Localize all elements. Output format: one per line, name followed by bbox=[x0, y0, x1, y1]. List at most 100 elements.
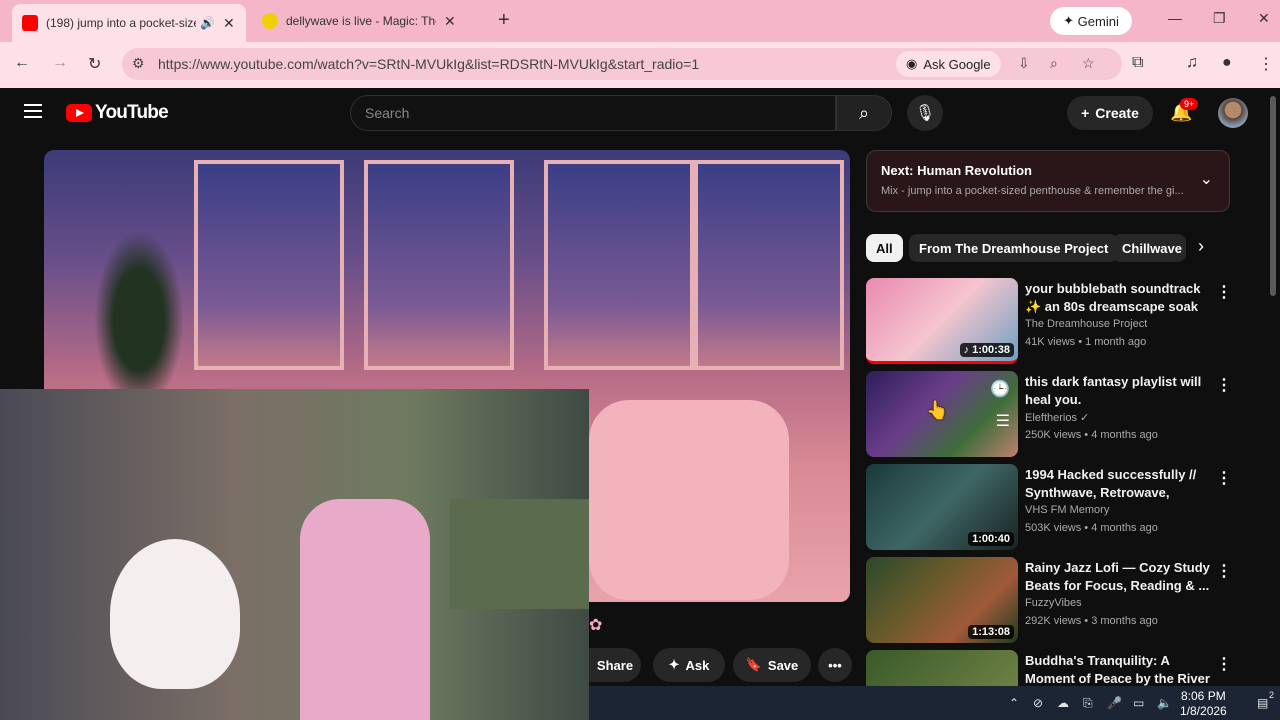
bookmark-star-icon[interactable]: ☆ bbox=[1082, 55, 1095, 72]
page-scrollbar[interactable] bbox=[1270, 96, 1276, 296]
share-button[interactable]: Share bbox=[589, 648, 641, 682]
video-meta: 250K views • 4 months ago bbox=[1025, 429, 1158, 441]
video-window-pane bbox=[364, 160, 514, 370]
video-window-pane bbox=[694, 160, 844, 370]
profile-icon[interactable]: ● bbox=[1222, 54, 1232, 72]
more-vertical-icon[interactable]: ⋮ bbox=[1216, 375, 1232, 395]
more-vertical-icon[interactable]: ⋮ bbox=[1216, 561, 1232, 581]
recommendation-item[interactable]: 1:00:40 1994 Hacked successfully // Synt… bbox=[866, 464, 1236, 550]
avatar[interactable] bbox=[1218, 98, 1248, 128]
search-placeholder: Search bbox=[365, 105, 410, 121]
notification-count: 2 bbox=[1269, 690, 1275, 700]
flower-icon: ✿ bbox=[589, 617, 603, 634]
voice-search-button[interactable]: 🎙 bbox=[907, 95, 943, 131]
browser-tab-youtube[interactable]: (198) jump into a pocket-sized penthouse… bbox=[12, 4, 246, 42]
forward-arrow-icon[interactable]: → bbox=[52, 54, 68, 72]
gemini-sparkle-icon: ✦ bbox=[1063, 13, 1075, 28]
microphone-icon[interactable]: 🎤 bbox=[1107, 696, 1122, 710]
reload-icon[interactable]: ↻ bbox=[88, 54, 101, 74]
channel-name[interactable]: Eleftherios ✓ bbox=[1025, 411, 1089, 424]
youtube-play-icon bbox=[66, 104, 92, 122]
minimize-icon[interactable]: — bbox=[1168, 10, 1182, 26]
windows-taskbar: ⌃ ⊘ ☁ ⎘ 🎤 ▭ 🔈 ▤ 2 bbox=[589, 686, 1280, 720]
watch-later-icon[interactable]: 🕒 bbox=[990, 379, 1010, 399]
video-title[interactable]: Rainy Jazz Lofi — Cozy Study Beats for F… bbox=[1025, 559, 1211, 595]
recommendation-item[interactable]: 1:13:08 Rainy Jazz Lofi — Cozy Study Bea… bbox=[866, 557, 1236, 643]
lens-icon: ◉ bbox=[906, 56, 918, 71]
channel-name[interactable]: VHS FM Memory bbox=[1025, 504, 1109, 516]
install-icon[interactable]: ⇩ bbox=[1018, 55, 1030, 72]
address-bar[interactable]: ⚙ https://www.youtube.com/watch?v=SRtN-M… bbox=[122, 48, 1122, 80]
close-tab-icon[interactable]: ✕ bbox=[444, 13, 456, 30]
add-to-queue-icon[interactable]: ☰ bbox=[996, 411, 1010, 431]
menu-kebab-icon[interactable]: ⋮ bbox=[1258, 54, 1274, 74]
media-controls-icon[interactable]: ♫ bbox=[1186, 54, 1198, 72]
more-vertical-icon[interactable]: ⋮ bbox=[1216, 468, 1232, 488]
plus-icon: + bbox=[1081, 105, 1090, 121]
search-button[interactable]: ⌕ bbox=[836, 95, 892, 131]
chevron-right-icon[interactable]: › bbox=[1198, 236, 1204, 257]
ask-label: Ask bbox=[685, 657, 710, 673]
more-vertical-icon[interactable]: ⋮ bbox=[1216, 282, 1232, 302]
search-input[interactable]: Search bbox=[350, 95, 836, 131]
ask-google-button[interactable]: ◉ Ask Google bbox=[896, 51, 1001, 77]
save-label: Save bbox=[767, 657, 799, 673]
playlist-up-next[interactable]: Next: Human Revolution Mix - jump into a… bbox=[866, 150, 1230, 212]
close-window-icon[interactable]: ✕ bbox=[1258, 10, 1270, 27]
extensions-icon[interactable]: ⧉ bbox=[1132, 54, 1143, 72]
network-off-icon[interactable]: ⊘ bbox=[1033, 696, 1043, 710]
url-text[interactable]: https://www.youtube.com/watch?v=SRtN-MVU… bbox=[158, 56, 699, 72]
channel-name[interactable]: The Dreamhouse Project bbox=[1025, 318, 1147, 330]
video-thumbnail[interactable]: 1:00:40 bbox=[866, 464, 1018, 550]
notification-center-icon[interactable]: ▤ bbox=[1257, 696, 1268, 710]
cloud-icon[interactable]: ☁ bbox=[1057, 696, 1069, 710]
chip-dreamhouse[interactable]: From The Dreamhouse Project bbox=[909, 234, 1119, 262]
youtube-logo[interactable]: YouTube bbox=[66, 102, 169, 124]
browser-toolbar: ← → ↻ ⚙ https://www.youtube.com/watch?v=… bbox=[0, 42, 1280, 88]
speaker-icon[interactable]: 🔊 bbox=[200, 16, 215, 30]
chip-all[interactable]: All bbox=[866, 234, 903, 262]
gemini-button[interactable]: ✦ Gemini bbox=[1050, 7, 1132, 35]
recommendation-item[interactable]: ♪ 1:00:38 your bubblebath soundtrack ✨ a… bbox=[866, 278, 1236, 364]
clock-date: 1/8/2026 bbox=[1180, 704, 1227, 718]
back-arrow-icon[interactable]: ← bbox=[14, 54, 30, 72]
video-window-pane bbox=[194, 160, 344, 370]
channel-name[interactable]: FuzzyVibes bbox=[1025, 597, 1082, 609]
video-title[interactable]: this dark fantasy playlist will heal you… bbox=[1025, 373, 1211, 409]
chip-chillwave[interactable]: Chillwave bbox=[1112, 234, 1186, 262]
chevron-up-icon[interactable]: ⌃ bbox=[1009, 696, 1019, 710]
tab-title: dellywave is live - Magic: The Gathering bbox=[286, 14, 436, 28]
more-vertical-icon[interactable]: ⋮ bbox=[1216, 654, 1232, 674]
create-label: Create bbox=[1095, 105, 1139, 121]
video-meta: 41K views • 1 month ago bbox=[1025, 336, 1147, 348]
browser-tab-dellywave[interactable]: dellywave is live - Magic: The Gathering… bbox=[252, 6, 488, 36]
volume-icon[interactable]: 🔈 bbox=[1157, 696, 1172, 710]
video-thumbnail[interactable]: ♪ 1:00:38 bbox=[866, 278, 1018, 364]
webcam-overlay bbox=[0, 389, 589, 720]
video-title[interactable]: Buddha's Tranquility: A Moment of Peace … bbox=[1025, 652, 1211, 686]
duration-badge: 1:00:40 bbox=[968, 532, 1014, 546]
display-icon[interactable]: ▭ bbox=[1133, 696, 1144, 710]
video-thumbnail[interactable] bbox=[866, 650, 1018, 686]
site-info-icon[interactable]: ⚙ bbox=[132, 55, 145, 72]
system-clock[interactable]: 8:06 PM 1/8/2026 bbox=[1180, 689, 1227, 719]
recommendation-item[interactable]: Buddha's Tranquility: A Moment of Peace … bbox=[866, 650, 1236, 686]
zoom-icon[interactable]: ⌕ bbox=[1050, 55, 1058, 72]
video-title[interactable]: your bubblebath soundtrack ✨ an 80s drea… bbox=[1025, 280, 1211, 316]
recommendation-item[interactable]: 🕒 ☰ this dark fantasy playlist will heal… bbox=[866, 371, 1236, 457]
chevron-down-icon[interactable]: ⌄ bbox=[1200, 169, 1213, 189]
video-thumbnail[interactable]: 1:13:08 bbox=[866, 557, 1018, 643]
new-tab-button[interactable]: + bbox=[498, 9, 510, 32]
restore-icon[interactable]: ❐ bbox=[1213, 10, 1226, 27]
duration-badge: 1:13:08 bbox=[968, 625, 1014, 639]
save-button[interactable]: 🔖 Save bbox=[733, 648, 811, 682]
microphone-icon: 🎙 bbox=[914, 105, 936, 122]
more-actions-button[interactable]: ••• bbox=[818, 648, 852, 682]
ask-button[interactable]: ✦ Ask bbox=[653, 648, 725, 682]
video-title[interactable]: 1994 Hacked successfully // Synthwave, R… bbox=[1025, 466, 1211, 502]
hamburger-menu-icon[interactable] bbox=[24, 104, 42, 122]
create-button[interactable]: + Create bbox=[1067, 96, 1153, 130]
youtube-header: YouTube Search ⌕ 🎙 + Create 🔔 9+ bbox=[0, 88, 1280, 138]
usb-icon[interactable]: ⎘ bbox=[1083, 696, 1093, 711]
close-tab-icon[interactable]: ✕ bbox=[223, 15, 235, 32]
